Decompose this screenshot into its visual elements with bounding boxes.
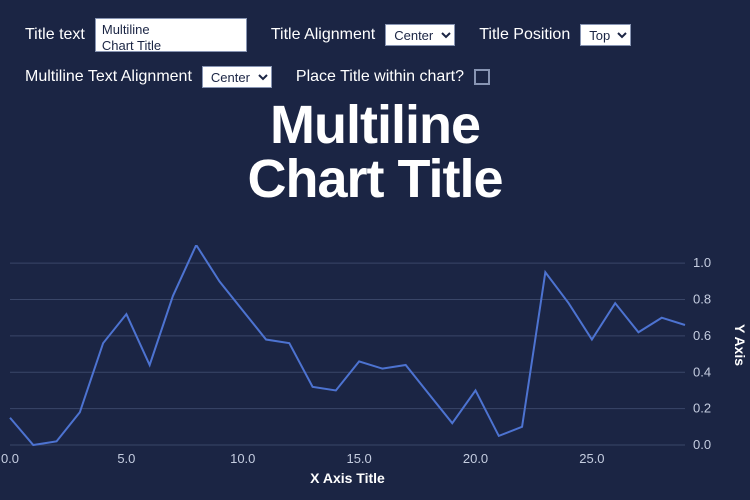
title-text-input[interactable] (95, 18, 247, 52)
multiline-align-select[interactable]: Center (202, 66, 272, 88)
y-tick-label: 0.2 (693, 401, 711, 416)
x-tick-label: 5.0 (117, 451, 135, 466)
x-tick-label: 25.0 (579, 451, 604, 466)
place-within-label: Place Title within chart? (296, 68, 464, 86)
data-line (10, 245, 685, 445)
multiline-align-group: Multiline Text Alignment Center (25, 66, 272, 88)
place-within-checkbox[interactable] (474, 69, 490, 85)
title-alignment-label: Title Alignment (271, 26, 375, 44)
title-position-group: Title Position Top (479, 24, 631, 46)
title-alignment-select[interactable]: Center (385, 24, 455, 46)
title-alignment-group: Title Alignment Center (271, 24, 455, 46)
y-axis-title: Y Axis (732, 324, 748, 366)
y-tick-label: 0.8 (693, 292, 711, 307)
y-tick-label: 0.6 (693, 328, 711, 343)
x-tick-label: 10.0 (230, 451, 255, 466)
chart-area: 0.0 0.2 0.4 0.6 0.8 1.0 0.0 5.0 10.0 15.0 20.0 25.0… (0, 245, 750, 500)
y-tick-label: 0.0 (693, 437, 711, 452)
y-tick-label: 1.0 (693, 255, 711, 270)
chart-title: Multiline Chart Title (0, 98, 750, 206)
title-position-select[interactable]: Top (580, 24, 631, 46)
y-tick-label: 0.4 (693, 364, 711, 379)
title-text-label: Title text (25, 26, 85, 44)
chart-svg: 0.0 0.2 0.4 0.6 0.8 1.0 0.0 5.0 10.0 15.0 20.0 25.0… (0, 245, 750, 500)
controls-row-1: Title text Title Alignment Center Title … (25, 18, 725, 52)
x-tick-label: 15.0 (346, 451, 371, 466)
multiline-align-label: Multiline Text Alignment (25, 68, 192, 86)
title-position-label: Title Position (479, 26, 570, 44)
title-text-group: Title text (25, 18, 247, 52)
x-tick-label: 0.0 (1, 451, 19, 466)
controls-row-2: Multiline Text Alignment Center Place Ti… (25, 66, 725, 88)
controls-panel: Title text Title Alignment Center Title … (0, 0, 750, 88)
x-axis-title: X Axis Title (310, 470, 385, 486)
x-tick-label: 20.0 (463, 451, 488, 466)
place-within-group: Place Title within chart? (296, 68, 490, 86)
